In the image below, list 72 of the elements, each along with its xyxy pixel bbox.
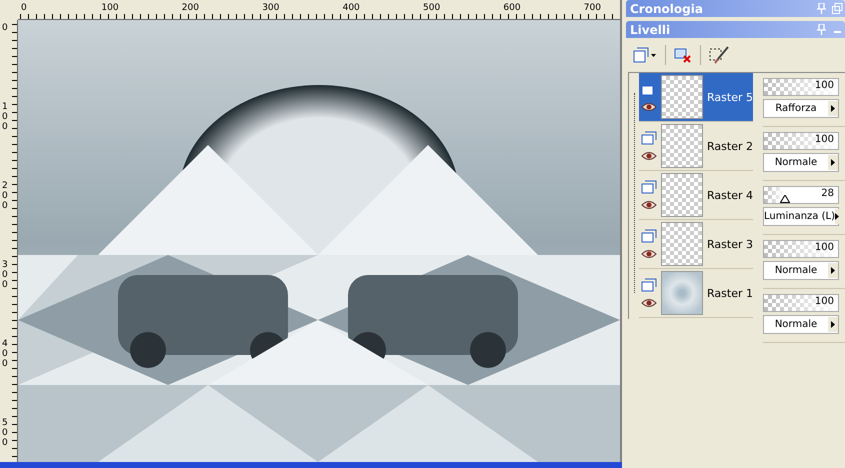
new-layer-button[interactable] xyxy=(632,46,657,64)
panel-title: Livelli xyxy=(630,22,670,36)
ruler-label: 0 xyxy=(2,24,9,34)
arrow-icon xyxy=(831,159,835,166)
blend-mode-dropdown[interactable]: Rafforza xyxy=(763,99,839,118)
opacity-value: 28 xyxy=(821,188,834,199)
eye-icon[interactable] xyxy=(641,151,657,161)
opacity-value: 100 xyxy=(814,296,834,307)
caret-icon xyxy=(651,54,656,56)
blend-mode-value: Normale xyxy=(774,319,818,330)
opacity-value: 100 xyxy=(814,242,834,253)
opacity-value: 100 xyxy=(814,80,834,91)
layer-name: Raster 5 xyxy=(707,90,753,104)
ruler-label: 500 xyxy=(423,3,440,13)
opacity-slider[interactable]: 100 xyxy=(763,294,839,312)
blend-mode-value: Normale xyxy=(774,265,818,276)
arrow-icon xyxy=(835,213,839,220)
arrow-icon xyxy=(831,321,835,328)
ruler-label: 400 xyxy=(342,3,360,13)
eye-icon[interactable] xyxy=(641,249,657,259)
opacity-slider[interactable]: 28 xyxy=(763,186,839,204)
blend-mode-dropdown[interactable]: Luminanza (L) xyxy=(763,207,839,226)
opacity-slider[interactable]: 100 xyxy=(763,78,839,96)
opacity-slider[interactable]: 100 xyxy=(763,132,839,150)
layer-name: Raster 1 xyxy=(707,286,753,300)
blend-mode-dropdown[interactable]: Normale xyxy=(763,315,839,334)
ruler-label: 100 xyxy=(101,3,119,13)
layer-row[interactable]: Raster 1 xyxy=(639,269,753,318)
layer-row[interactable]: Raster 5 xyxy=(639,73,753,122)
blend-mode-dropdown[interactable]: Normale xyxy=(763,261,839,280)
blend-mode-value: Rafforza xyxy=(774,103,818,114)
ruler-label: 200 xyxy=(182,3,199,13)
layer-name: Raster 4 xyxy=(707,188,753,202)
layer-icon xyxy=(633,47,649,63)
layer-icon xyxy=(641,131,657,145)
opacity-value: 100 xyxy=(814,134,834,145)
blend-mode-dropdown[interactable]: Normale xyxy=(763,153,839,172)
layer-row[interactable]: Raster 4 xyxy=(639,171,753,220)
ruler-label: 300 xyxy=(262,3,280,13)
arrow-icon xyxy=(831,267,835,274)
ruler-label: 500 xyxy=(2,419,9,449)
opacity-slider[interactable]: 100 xyxy=(763,240,839,258)
ruler-label: 200 xyxy=(2,182,9,212)
panel-title: Cronologia xyxy=(630,2,703,16)
layer-icon xyxy=(641,180,657,194)
ruler-label: 600 xyxy=(503,3,521,13)
layer-thumbnail xyxy=(661,222,704,266)
blend-mode-value: Normale xyxy=(774,157,818,168)
eye-icon[interactable] xyxy=(641,298,657,308)
ruler-label: 700 xyxy=(584,3,601,13)
layer-row[interactable]: Raster 2 xyxy=(639,122,753,171)
layer-name: Raster 3 xyxy=(707,238,753,250)
arrow-icon xyxy=(831,105,835,112)
eye-icon[interactable] xyxy=(641,102,657,112)
ruler-label: 0 xyxy=(21,3,27,13)
layer-icon xyxy=(641,82,657,96)
blend-mode-value: Luminanza (L) xyxy=(764,211,835,222)
layer-row[interactable]: Raster 3 xyxy=(639,220,753,269)
eye-icon[interactable] xyxy=(641,200,657,210)
ruler-label: 400 xyxy=(2,340,9,370)
layer-thumbnail xyxy=(661,75,704,119)
layer-name: Raster 2 xyxy=(707,140,753,152)
ruler-label: 100 xyxy=(2,103,9,133)
delete-layer-icon[interactable] xyxy=(674,46,692,64)
layer-thumbnail xyxy=(661,271,704,315)
mask-brush-icon[interactable] xyxy=(709,46,729,64)
layer-thumbnail xyxy=(661,124,704,168)
layer-thumbnail xyxy=(661,173,704,217)
ruler-label: 300 xyxy=(2,261,9,291)
layer-icon xyxy=(641,229,657,243)
layer-icon xyxy=(641,278,657,292)
slider-thumb[interactable] xyxy=(780,195,790,203)
